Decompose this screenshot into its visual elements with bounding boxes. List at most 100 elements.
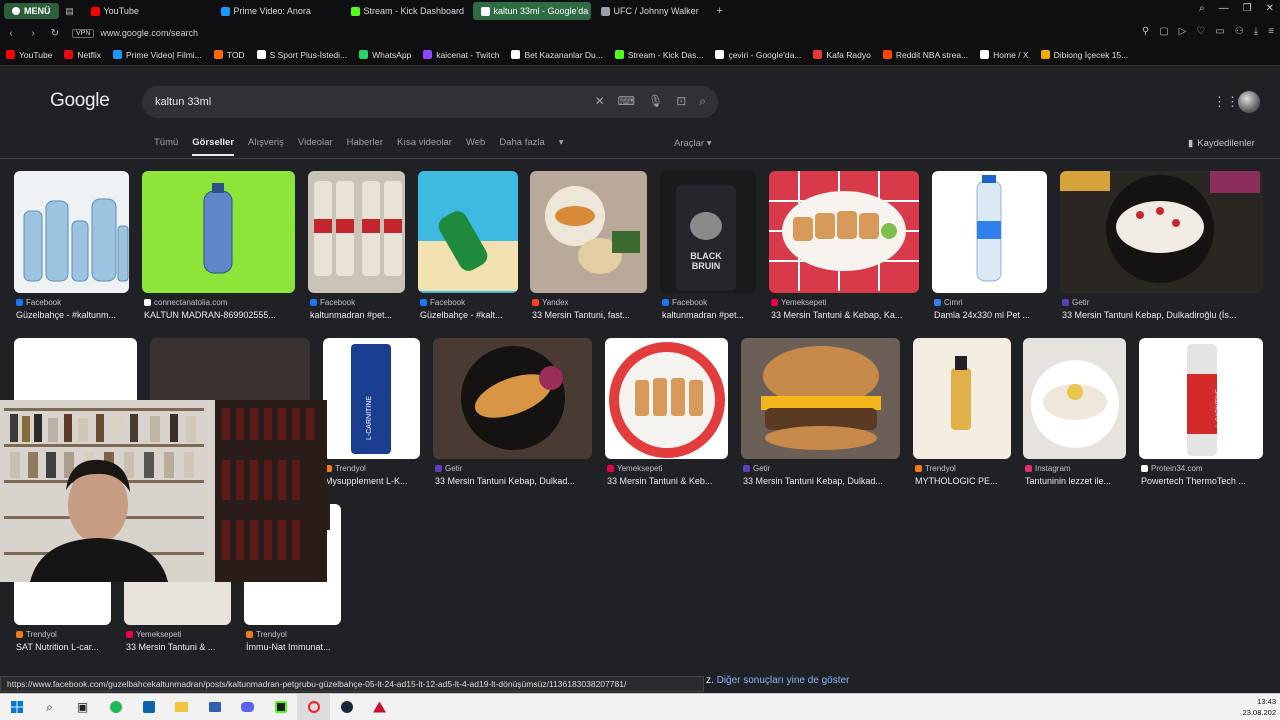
result-thumbnail[interactable] <box>418 171 518 293</box>
bookmark-item[interactable]: kaicenat - Twitch <box>417 50 505 60</box>
image-result-card[interactable]: Trendyol MYTHOLOGIC PE... <box>913 338 1011 488</box>
keyboard-icon[interactable]: ⌨ <box>618 94 635 109</box>
browser-menu-button[interactable]: MENÜ <box>4 3 59 19</box>
result-source[interactable]: Yandex <box>532 298 569 307</box>
result-thumbnail[interactable] <box>913 338 1011 459</box>
lens-icon[interactable]: ⊡ <box>676 94 686 109</box>
show-more-results-link[interactable]: z. Diğer sonuçları yine de göster <box>706 675 849 686</box>
result-source[interactable]: Instagram <box>1025 464 1071 473</box>
bookmark-item[interactable]: WhatsApp <box>353 50 417 60</box>
back-icon[interactable]: ‹ <box>0 28 22 39</box>
image-result-card[interactable]: Instagram Tantuninin lezzet ile... <box>1023 338 1126 488</box>
browser-tab[interactable]: YouTube <box>83 2 211 20</box>
result-title[interactable]: kaltunmadran #pet... <box>310 310 430 320</box>
reload-icon[interactable]: ↻ <box>44 28 66 39</box>
image-result-card[interactable]: Yemeksepeti 33 Mersin Tantuni & Kebap, Ka… <box>769 171 919 322</box>
search-input[interactable] <box>155 96 555 108</box>
result-title[interactable]: Mysupplement L-K... <box>325 476 445 486</box>
heart-icon[interactable]: ♡ <box>1196 26 1205 37</box>
result-title[interactable]: KALTUN MADRAN-869902555... <box>144 310 297 320</box>
minimize-icon[interactable]: — <box>1219 3 1229 14</box>
taskbar-search-icon[interactable]: ⌕ <box>33 694 66 720</box>
image-result-card[interactable]: BLACK BRUIN Facebook kaltunmadran #pet... <box>660 171 756 322</box>
result-title[interactable]: Güzelbahçe - #kaltunm... <box>16 310 136 320</box>
opera-gx-icon[interactable] <box>297 693 330 720</box>
kick-app-icon[interactable] <box>264 694 297 720</box>
image-result-card[interactable]: connectanatolia.com KALTUN MADRAN-8699025… <box>142 171 295 322</box>
game-launcher-icon[interactable] <box>363 694 396 720</box>
image-result-card[interactable]: L-CARNITINE Protein34.com Powertech Thermo… <box>1139 338 1263 488</box>
result-thumbnail[interactable]: L-CARNITINE <box>323 338 420 459</box>
play-icon[interactable]: ▷ <box>1179 26 1187 37</box>
result-title[interactable]: 33 Mersin Tantuni Kebap, Dulkadiroğlu (İ… <box>1062 310 1265 320</box>
result-thumbnail[interactable] <box>142 171 295 293</box>
forward-icon[interactable]: › <box>22 28 44 39</box>
filter-tab[interactable]: Görseller <box>192 137 235 156</box>
image-result-card[interactable]: Yemeksepeti 33 Mersin Tantuni & Keb... <box>605 338 728 488</box>
filter-tab[interactable]: Videolar <box>298 137 333 156</box>
image-result-card[interactable]: L-CARNITINE Trendyol Mysupplement L-K... <box>323 338 420 488</box>
task-view-icon[interactable]: ▣ <box>66 694 99 720</box>
result-source[interactable]: Protein34.com <box>1141 464 1203 473</box>
filter-tab[interactable]: Haberler <box>347 137 383 156</box>
result-title[interactable]: 33 Mersin Tantuni Kebap, Dulkad... <box>743 476 902 486</box>
snapshot-icon[interactable]: ▢ <box>1159 26 1168 37</box>
result-thumbnail[interactable] <box>605 338 728 459</box>
result-source[interactable]: Yemeksepeti <box>607 464 663 473</box>
result-title[interactable]: SAT Nutrition L-car... <box>16 642 136 652</box>
result-title[interactable]: kaltunmadran #pet... <box>662 310 782 320</box>
easy-setup-icon[interactable]: ≡ <box>1268 26 1274 37</box>
result-source[interactable]: Trendyol <box>246 630 287 639</box>
account-icon[interactable]: ⚇ <box>1235 26 1244 37</box>
result-title[interactable]: 33 Mersin Tantuni, fast... <box>532 310 652 320</box>
saved-button[interactable]: ▮ Kaydedilenler <box>1188 138 1255 149</box>
result-source[interactable]: Trendyol <box>325 464 366 473</box>
spotify-icon[interactable] <box>99 694 132 720</box>
image-result-card[interactable]: Getir 33 Mersin Tantuni Kebap, Dulkad... <box>433 338 592 488</box>
result-title[interactable]: Powertech ThermoTech ... <box>1141 476 1265 486</box>
new-tab-icon[interactable]: + <box>717 5 723 17</box>
result-thumbnail[interactable] <box>433 338 592 459</box>
filter-tab[interactable]: Web <box>466 137 485 156</box>
outlook-icon[interactable] <box>132 694 165 720</box>
result-source[interactable]: Yemeksepeti <box>126 630 182 639</box>
search-icon[interactable]: ⌕ <box>699 94 706 109</box>
filter-tab[interactable]: Kısa videolar <box>397 137 452 156</box>
avatar[interactable] <box>1238 91 1260 113</box>
vpn-badge[interactable]: VPN <box>72 28 95 38</box>
result-source[interactable]: Facebook <box>420 298 465 307</box>
bookmark-item[interactable]: Stream - Kick Das... <box>609 50 710 60</box>
bookmark-item[interactable]: S Sport Plus-İstedi... <box>251 50 353 60</box>
result-thumbnail[interactable] <box>150 338 310 400</box>
bookmark-item[interactable]: Prime Video| Filmi... <box>107 50 208 60</box>
result-thumbnail[interactable] <box>530 171 647 293</box>
image-result-card[interactable]: Facebook kaltunmadran #pet... <box>308 171 405 322</box>
bookmark-item[interactable]: Reddit NBA strea... <box>877 50 974 60</box>
result-title[interactable]: Tantuninin lezzet ile... <box>1025 476 1145 486</box>
google-logo[interactable]: Google <box>50 90 110 112</box>
result-source[interactable]: Facebook <box>16 298 61 307</box>
result-thumbnail[interactable] <box>308 171 405 293</box>
url-field[interactable]: www.google.com/search <box>100 28 198 38</box>
bookmark-item[interactable]: Kafa Radyo <box>807 50 876 60</box>
result-title[interactable]: İmmu-Nat Immunat... <box>246 642 366 652</box>
image-result-card[interactable]: Facebook Güzelbahçe - #kaltunm... <box>14 171 129 322</box>
bookmark-item[interactable]: Netflix <box>58 50 107 60</box>
bookmark-item[interactable]: Dibiong İçecek 15... <box>1035 50 1135 60</box>
clear-icon[interactable]: ✕ <box>595 94 605 109</box>
image-result-card[interactable]: Yandex 33 Mersin Tantuni, fast... <box>530 171 647 322</box>
maximize-icon[interactable]: ❐ <box>1243 3 1252 14</box>
result-title[interactable]: 33 Mersin Tantuni & Keb... <box>607 476 730 486</box>
filter-tab[interactable]: Alışveriş <box>248 137 284 156</box>
result-title[interactable]: Güzelbahçe - #kalt... <box>420 310 540 320</box>
result-thumbnail[interactable] <box>14 338 137 400</box>
result-title[interactable]: Damla 24x330 ml Pet ... <box>934 310 1054 320</box>
bookmark-item[interactable]: Bet Kazananlar Du... <box>505 50 608 60</box>
discord-icon[interactable] <box>231 694 264 720</box>
wallet-icon[interactable]: ▭ <box>1215 26 1224 37</box>
bookmark-item[interactable]: çeviri - Google'da... <box>709 50 807 60</box>
bookmark-item[interactable]: Home / X <box>974 50 1034 60</box>
result-source[interactable]: Facebook <box>310 298 355 307</box>
microphone-icon[interactable]: 🎙 <box>648 94 663 109</box>
result-source[interactable]: Getir <box>1062 298 1089 307</box>
